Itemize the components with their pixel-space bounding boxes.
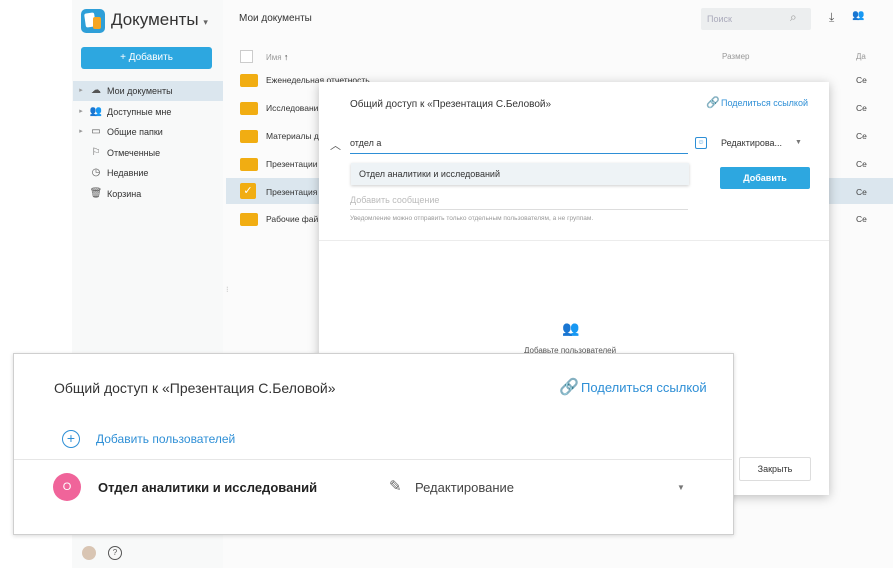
- row-date: Се: [856, 214, 867, 224]
- member-name: Отдел аналитики и исследований: [98, 480, 318, 495]
- divider: [14, 459, 732, 460]
- column-header-date[interactable]: Да: [856, 52, 866, 61]
- sidebar-item-recent[interactable]: ◷ Недавние: [73, 163, 223, 183]
- close-button[interactable]: Закрыть: [739, 457, 811, 481]
- checked-checkbox-icon[interactable]: ✓: [240, 183, 256, 199]
- sidebar-item-favorites[interactable]: ⚐ Отмеченные: [73, 143, 223, 163]
- sidebar-item-label: Отмеченные: [107, 148, 161, 158]
- help-icon[interactable]: ?: [108, 546, 122, 560]
- message-field[interactable]: Добавить сообщение: [350, 195, 688, 210]
- add-button[interactable]: Добавить: [720, 167, 810, 189]
- sort-arrow-icon: ↑: [283, 52, 289, 62]
- row-date: Се: [856, 187, 867, 197]
- row-name: Рабочие фай: [266, 214, 319, 224]
- resize-handle-icon[interactable]: ⁝: [226, 285, 229, 294]
- row-name: Презентация: [266, 187, 318, 197]
- sidebar-item-label: Корзина: [107, 189, 142, 199]
- download-icon[interactable]: ⤓: [829, 10, 834, 25]
- flag-icon: ⚐: [91, 147, 101, 158]
- select-all-checkbox[interactable]: [240, 50, 253, 63]
- trash-icon: 🗑: [89, 188, 103, 199]
- suggestion-label: Отдел аналитики и исследований: [359, 169, 500, 179]
- sidebar-item-my-documents[interactable]: ▸ ☁ Мои документы: [73, 81, 223, 101]
- row-date: Се: [856, 131, 867, 141]
- expand-caret-icon[interactable]: ▸: [73, 81, 89, 101]
- chevron-down-icon[interactable]: ▼: [677, 483, 685, 492]
- row-name: Материалы д: [266, 131, 319, 141]
- folder-icon: [240, 130, 258, 143]
- folder-shared-icon: ▭: [91, 126, 101, 137]
- expand-caret-icon[interactable]: ▸: [73, 122, 89, 142]
- app-title[interactable]: Документы ▾: [111, 10, 208, 30]
- contacts-icon[interactable]: ☺: [695, 137, 707, 149]
- sidebar-item-trash[interactable]: 🗑 Корзина: [73, 184, 223, 204]
- share-link-button[interactable]: Поделиться ссылкой: [721, 98, 808, 108]
- folder-icon: [240, 158, 258, 171]
- row-date: Се: [856, 103, 867, 113]
- suggestion-item[interactable]: Отдел аналитики и исследований: [351, 163, 689, 185]
- app-logo-icon: [81, 9, 105, 33]
- page-title: Мои документы: [239, 13, 312, 24]
- users-icon: 👥: [89, 106, 103, 117]
- row-name: Презентации: [266, 159, 318, 169]
- link-icon[interactable]: 🔗: [706, 96, 720, 109]
- row-name: Исследовани: [266, 103, 319, 113]
- folder-icon: [240, 213, 258, 226]
- divider: [319, 240, 829, 241]
- user-search-input[interactable]: отдел а: [350, 133, 688, 154]
- permission-select[interactable]: Редактирова...: [721, 138, 782, 148]
- clock-icon: ◷: [91, 167, 101, 178]
- users-icon[interactable]: 👥: [852, 10, 864, 21]
- row-date: Се: [856, 75, 867, 85]
- sidebar-item-shared-with-me[interactable]: ▸ 👥 Доступные мне: [73, 102, 223, 122]
- pencil-icon: ✎: [389, 478, 402, 495]
- callout-title: Общий доступ к «Презентация С.Беловой»: [54, 380, 336, 396]
- search-icon[interactable]: ⌕: [790, 10, 797, 25]
- chevron-down-icon: ▾: [203, 17, 208, 27]
- dialog-title: Общий доступ к «Презентация С.Беловой»: [350, 99, 552, 110]
- chevron-up-icon[interactable]: ︿: [330, 137, 341, 153]
- notification-note: Уведомление можно отправить только отдел…: [350, 215, 594, 222]
- add-button[interactable]: + Добавить: [81, 47, 212, 69]
- cloud-icon: ☁: [91, 85, 101, 96]
- row-date: Се: [856, 159, 867, 169]
- folder-icon: [240, 74, 258, 87]
- sidebar-item-label: Недавние: [107, 168, 149, 178]
- link-icon[interactable]: 🔗: [559, 377, 579, 397]
- sidebar-item-common-folders[interactable]: ▸ ▭ Общие папки: [73, 122, 223, 142]
- add-users-button[interactable]: Добавить пользователей: [96, 432, 235, 446]
- share-link-button[interactable]: Поделиться ссылкой: [581, 380, 707, 395]
- add-circle-icon[interactable]: +: [62, 430, 80, 448]
- users-icon: 👥: [562, 320, 580, 336]
- folder-icon: [240, 102, 258, 115]
- sidebar-item-label: Мои документы: [107, 86, 173, 96]
- member-permission-select[interactable]: Редактирование: [415, 480, 514, 495]
- chevron-down-icon[interactable]: ▼: [795, 139, 802, 146]
- user-avatar-icon[interactable]: [82, 546, 96, 560]
- expand-caret-icon[interactable]: ▸: [73, 102, 89, 122]
- sidebar-item-label: Общие папки: [107, 127, 163, 137]
- avatar: О: [53, 473, 81, 501]
- column-header-size[interactable]: Размер: [722, 52, 750, 61]
- column-header-name[interactable]: Имя ↑: [266, 52, 288, 62]
- sidebar-item-label: Доступные мне: [107, 107, 172, 117]
